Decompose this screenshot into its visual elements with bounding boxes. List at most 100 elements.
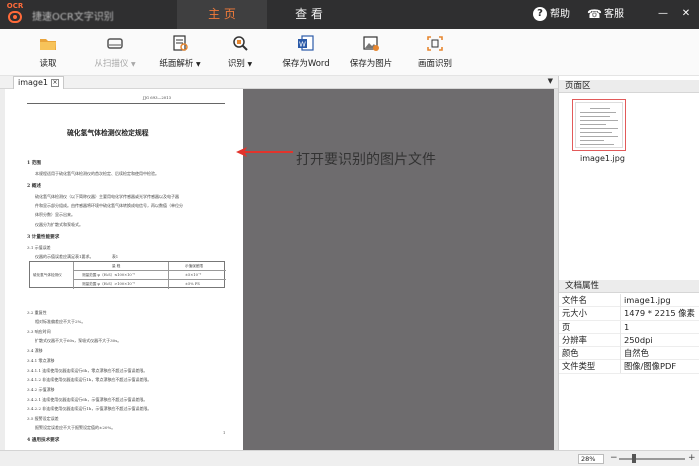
- body-line: 3.4.2.2 非连续使用仪器连续运行1h，示值漂移应不超过示值误差限。: [27, 406, 152, 411]
- zoom-slider[interactable]: [619, 458, 685, 460]
- properties-panel-header: 文档属性: [559, 280, 699, 293]
- help-label: 帮助: [550, 9, 570, 20]
- body-line: 仪器分为扩散式和泵吸式。: [35, 222, 83, 227]
- page-analyze-label: 纸面解析: [159, 59, 194, 69]
- document-tab[interactable]: image1 ×: [13, 76, 65, 89]
- property-key: 分辨率: [562, 334, 587, 345]
- document-tab-bar: image1 × ▼: [0, 76, 558, 89]
- body-line: 3.3 响应时间: [27, 329, 51, 334]
- properties-table: 文件名 image1.jpg 元大小 1479 * 2215 像素页 1 分辨率 250dp…: [559, 294, 699, 374]
- close-button[interactable]: ✕: [679, 7, 693, 21]
- annotation-text: 打开要识别的图片文件: [296, 152, 436, 168]
- table-cell: 测量范围 φ（H₂S）>100×10⁻⁶: [82, 282, 136, 286]
- minimize-button[interactable]: —: [656, 7, 670, 21]
- thumbnail-label: image1.jpg: [580, 154, 625, 163]
- zoom-in-button[interactable]: +: [688, 453, 696, 463]
- header-rule: [27, 103, 225, 104]
- body-line: 3.4 漂移: [27, 348, 43, 353]
- save-as-word-label: 保存为Word: [282, 59, 330, 69]
- pages-panel-header: 页面区: [559, 80, 699, 93]
- tab-view[interactable]: 查 看: [267, 0, 351, 29]
- recognize-label: 识别: [227, 59, 245, 69]
- table-header-range: 量 程: [112, 264, 121, 268]
- table-row-label: 硫化氢气体检测仪: [33, 273, 62, 277]
- scanner-icon: [107, 38, 123, 49]
- save-as-image-label: 保存为图片: [349, 59, 393, 69]
- property-value: 图像/图像PDF: [624, 361, 677, 372]
- help-button[interactable]: ? 帮助: [533, 6, 570, 24]
- document-tab-label: image1: [18, 78, 49, 87]
- recognize-icon: [233, 36, 248, 51]
- table-header-error: 示值误差限: [185, 264, 203, 268]
- app-title: 捷速OCR文字识别: [32, 12, 114, 23]
- document-viewer[interactable]: JJG 693—2013 硫化氢气体检测仪检定规程 1 范围 本规程适用于硫化氢气…: [0, 89, 558, 450]
- page-number: 1: [223, 431, 226, 435]
- word-icon: W: [298, 35, 314, 51]
- table-caption: 表1: [112, 254, 119, 259]
- save-as-word-button[interactable]: W 保存为Word: [278, 33, 334, 73]
- title-bar: OCR 捷速OCR文字识别 主 页 查 看 ? 帮助 ☎ 客服 — ✕: [0, 0, 699, 29]
- status-bar: 28% − +: [0, 450, 699, 466]
- body-line: 3.4.2 示值漂移: [27, 387, 55, 392]
- zoom-slider-handle[interactable]: [632, 454, 636, 463]
- document-title: 硫化氢气体检测仪检定规程: [67, 129, 149, 137]
- page-analyze-button[interactable]: 纸面解析 ▼: [152, 33, 208, 73]
- service-label: 客服: [604, 9, 624, 20]
- folder-icon: [40, 39, 56, 50]
- close-icon[interactable]: ×: [51, 78, 60, 87]
- body-line: 件和显示部分组成。由传感器将环境中硫化氢气体转换成电信号，再以数值（单位分: [35, 203, 183, 208]
- from-scanner-label: 从扫描仪: [94, 59, 129, 69]
- document-number: JJG 693—2013: [143, 95, 171, 100]
- property-value: 250dpi: [624, 334, 653, 345]
- table-cell: ±5% FS: [185, 282, 200, 286]
- property-key: 文件类型: [562, 361, 596, 372]
- property-value: image1.jpg: [624, 295, 671, 305]
- document-page: JJG 693—2013 硫化氢气体检测仪检定规程 1 范围 本规程适用于硫化氢气…: [5, 89, 243, 450]
- viewer-background: [243, 89, 554, 450]
- property-row: 元大小 1479 * 2215 像素: [559, 307, 699, 321]
- property-value: 自然色: [624, 348, 649, 359]
- save-as-image-button[interactable]: 保存为图片: [344, 33, 398, 73]
- property-key: 页: [562, 321, 571, 332]
- body-line: 体积分数）显示出来。: [35, 212, 75, 217]
- property-row: 页1: [559, 320, 699, 334]
- zoom-select[interactable]: 28%: [578, 454, 604, 464]
- from-scanner-button[interactable]: 从扫描仪 ▼: [84, 33, 146, 73]
- screen-capture-icon: [427, 36, 443, 51]
- logo-text: OCR: [6, 2, 24, 10]
- table-cell: ±5×10⁻⁶: [185, 273, 202, 277]
- page-thumbnail[interactable]: [572, 99, 626, 151]
- tab-home[interactable]: 主 页: [177, 0, 267, 29]
- app-logo: OCR: [3, 2, 27, 26]
- property-value: 1479 * 2215 像素: [624, 308, 695, 319]
- screen-recognize-button[interactable]: 画面识别: [412, 33, 458, 73]
- recognize-button[interactable]: 识别 ▼: [220, 33, 260, 73]
- body-line: 3.4.1 零点漂移: [27, 358, 55, 363]
- body-line: 3.4.1.1 连续使用仪器连续运行6h，零点漂移应不超过示值误差限。: [27, 368, 148, 373]
- eye-icon: [8, 11, 22, 23]
- chevron-down-icon: ▼: [131, 61, 136, 68]
- property-row: 文件类型 图像/图像PDF: [559, 360, 699, 374]
- customer-service-button[interactable]: ☎ 客服: [587, 6, 624, 24]
- property-row: 分辨率 250dpi: [559, 333, 699, 348]
- zoom-out-button[interactable]: −: [610, 453, 618, 463]
- body-line: 相对标准偏差应不大于2%。: [35, 319, 86, 324]
- read-label: 读取: [39, 59, 57, 69]
- property-row: 文件名 image1.jpg: [559, 294, 699, 308]
- body-line: 3.1 示值误差: [27, 245, 51, 250]
- body-line: 报警设定误差应不大于报警设定值的±20%。: [35, 425, 116, 430]
- question-icon: ?: [533, 7, 547, 21]
- property-row: 颜色 自然色: [559, 347, 699, 361]
- property-key: 颜色: [562, 348, 579, 359]
- table-cell: 测量范围 φ（H₂S）≤100×10⁻⁶: [82, 273, 136, 277]
- svg-text:W: W: [299, 41, 306, 49]
- tab-list-dropdown[interactable]: ▼: [548, 77, 553, 85]
- read-button[interactable]: 读取: [22, 33, 74, 73]
- property-key: 文件名: [562, 295, 587, 305]
- screen-recognize-label: 画面识别: [417, 59, 452, 69]
- body-line: 硫化氢气体检测仪（以下简称仪器）主要用电化学传感器或光学传感器以及电子器: [35, 194, 179, 199]
- body-line: 本规程适用于硫化氢气体检测仪的首次检定、后续检定和使用中检验。: [35, 171, 159, 176]
- body-line: 3.4.1.2 非连续使用仪器连续运行1h，零点漂移应不超过示值误差限。: [27, 377, 152, 382]
- right-panel: 页面区 image1.jpg 文档属性 文件名 image1.jpg 元大小 1479…: [558, 76, 699, 450]
- property-value: 1: [624, 321, 630, 332]
